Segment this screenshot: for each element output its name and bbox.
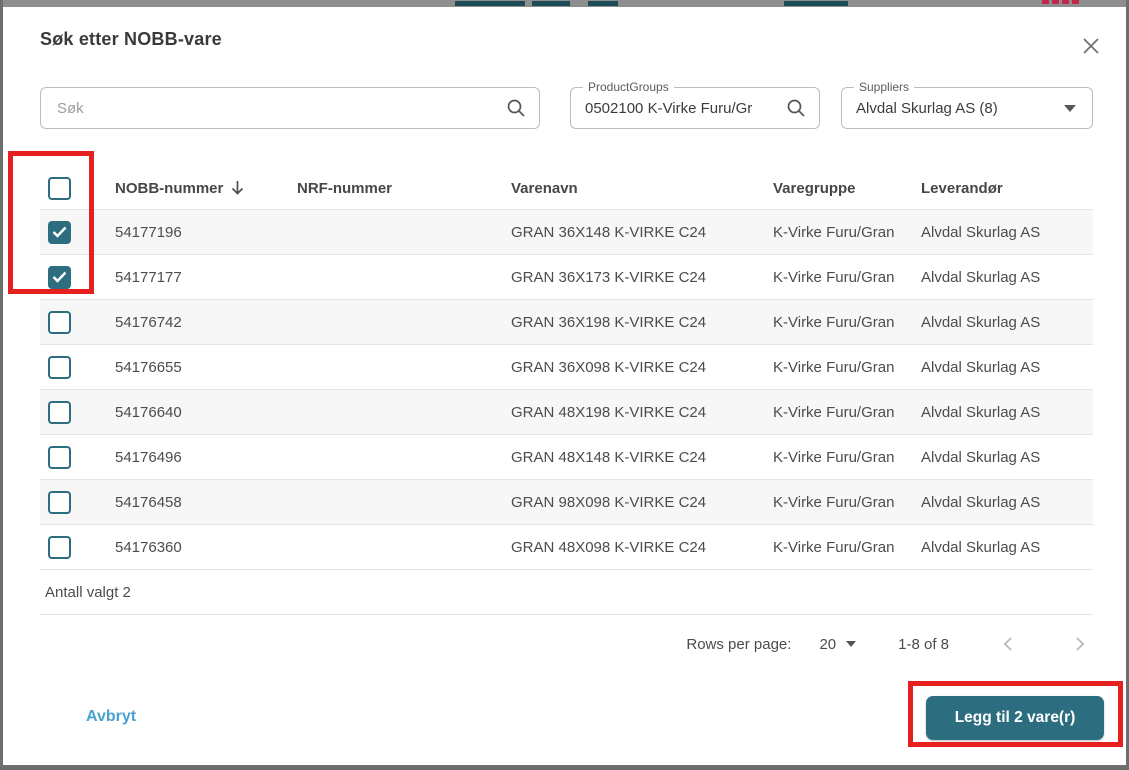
background-page-strip <box>0 0 1129 7</box>
cell-nobb: 54176640 <box>102 404 284 421</box>
cell-varegruppe: K-Virke Furu/Gran <box>760 314 908 331</box>
row-checkbox[interactable] <box>48 266 71 289</box>
product-groups-label: ProductGroups <box>583 80 674 94</box>
previous-page-icon[interactable] <box>995 631 1021 657</box>
rows-per-page-select[interactable]: 20 <box>819 636 856 653</box>
cell-varenavn: GRAN 36X148 K-VIRKE C24 <box>498 224 760 241</box>
table-row[interactable]: 54177177 GRAN 36X173 K-VIRKE C24 K-Virke… <box>40 254 1093 299</box>
nobb-search-dialog: Søk etter NOBB-vare ProductGroups 050210… <box>3 7 1126 765</box>
column-header-varenavn[interactable]: Varenavn <box>498 180 760 197</box>
column-header-label: NOBB-nummer <box>115 180 223 197</box>
cell-nobb: 54177177 <box>102 269 284 286</box>
cell-leverandor: Alvdal Skurlag AS <box>908 539 1093 556</box>
rows-per-page-label: Rows per page: <box>686 636 791 653</box>
background-red-fragment <box>1062 0 1069 4</box>
products-table: NOBB-nummer NRF-nummer Varenavn Varegrup… <box>40 167 1093 569</box>
select-all-checkbox[interactable] <box>48 177 71 200</box>
table-row[interactable]: 54176496 GRAN 48X148 K-VIRKE C24 K-Virke… <box>40 434 1093 479</box>
next-page-icon[interactable] <box>1067 631 1093 657</box>
pagination-range: 1-8 of 8 <box>898 636 949 653</box>
search-icon <box>505 97 527 119</box>
rows-per-page-value: 20 <box>819 636 836 653</box>
suppliers-value: Alvdal Skurlag AS (8) <box>842 100 1064 117</box>
cell-varegruppe: K-Virke Furu/Gran <box>760 404 908 421</box>
table-row[interactable]: 54176640 GRAN 48X198 K-VIRKE C24 K-Virke… <box>40 389 1093 434</box>
cell-varenavn: GRAN 48X148 K-VIRKE C24 <box>498 449 760 466</box>
column-header-varegruppe[interactable]: Varegruppe <box>760 180 908 197</box>
column-header-nobb[interactable]: NOBB-nummer <box>102 180 284 197</box>
cell-varegruppe: K-Virke Furu/Gran <box>760 539 908 556</box>
background-text-fragment <box>588 1 618 6</box>
cell-nobb: 54176360 <box>102 539 284 556</box>
table-body: 54177196 GRAN 36X148 K-VIRKE C24 K-Virke… <box>40 209 1093 569</box>
cell-varenavn: GRAN 36X098 K-VIRKE C24 <box>498 359 760 376</box>
table-row[interactable]: 54176655 GRAN 36X098 K-VIRKE C24 K-Virke… <box>40 344 1093 389</box>
product-groups-value: 0502100 K-Virke Furu/Gr <box>571 100 785 117</box>
cancel-button[interactable]: Avbryt <box>86 708 136 726</box>
cell-leverandor: Alvdal Skurlag AS <box>908 224 1093 241</box>
cell-varenavn: GRAN 36X173 K-VIRKE C24 <box>498 269 760 286</box>
cell-varegruppe: K-Virke Furu/Gran <box>760 359 908 376</box>
cell-varenavn: GRAN 36X198 K-VIRKE C24 <box>498 314 760 331</box>
table-row[interactable]: 54176458 GRAN 98X098 K-VIRKE C24 K-Virke… <box>40 479 1093 524</box>
cell-varenavn: GRAN 48X098 K-VIRKE C24 <box>498 539 760 556</box>
cell-leverandor: Alvdal Skurlag AS <box>908 359 1093 376</box>
chevron-down-icon <box>1064 105 1076 112</box>
background-red-fragment <box>1052 0 1059 4</box>
row-checkbox[interactable] <box>48 401 71 424</box>
column-header-leverandor[interactable]: Leverandør <box>908 180 1093 197</box>
table-row[interactable]: 54176742 GRAN 36X198 K-VIRKE C24 K-Virke… <box>40 299 1093 344</box>
row-checkbox[interactable] <box>48 536 71 559</box>
cell-varegruppe: K-Virke Furu/Gran <box>760 494 908 511</box>
cell-nobb: 54176742 <box>102 314 284 331</box>
dialog-title: Søk etter NOBB-vare <box>40 29 222 50</box>
close-icon[interactable] <box>1080 35 1102 57</box>
select-all-cell <box>40 177 102 200</box>
column-header-nrf[interactable]: NRF-nummer <box>284 180 498 197</box>
cell-nobb: 54176458 <box>102 494 284 511</box>
sort-descending-icon <box>231 180 244 196</box>
search-icon <box>785 97 807 119</box>
suppliers-select[interactable]: Suppliers Alvdal Skurlag AS (8) <box>841 87 1093 129</box>
cell-leverandor: Alvdal Skurlag AS <box>908 449 1093 466</box>
search-input[interactable] <box>41 100 505 117</box>
cell-varegruppe: K-Virke Furu/Gran <box>760 224 908 241</box>
pagination-bar: Rows per page: 20 1-8 of 8 <box>40 615 1093 673</box>
table-header-row: NOBB-nummer NRF-nummer Varenavn Varegrup… <box>40 167 1093 209</box>
cell-nobb: 54176655 <box>102 359 284 376</box>
selection-summary: Antall valgt 2 <box>40 569 1093 615</box>
row-checkbox[interactable] <box>48 356 71 379</box>
search-field[interactable] <box>40 87 540 129</box>
cell-leverandor: Alvdal Skurlag AS <box>908 404 1093 421</box>
background-red-fragment <box>1072 0 1079 4</box>
row-checkbox[interactable] <box>48 221 71 244</box>
background-red-fragment <box>1042 0 1049 4</box>
cell-nobb: 54177196 <box>102 224 284 241</box>
row-checkbox[interactable] <box>48 491 71 514</box>
cell-varegruppe: K-Virke Furu/Gran <box>760 269 908 286</box>
product-groups-field[interactable]: ProductGroups 0502100 K-Virke Furu/Gr <box>570 87 820 129</box>
background-text-fragment <box>532 1 570 6</box>
add-items-button[interactable]: Legg til 2 vare(r) <box>926 696 1104 740</box>
chevron-down-icon <box>846 641 856 647</box>
row-checkbox[interactable] <box>48 311 71 334</box>
cell-varenavn: GRAN 48X198 K-VIRKE C24 <box>498 404 760 421</box>
cell-nobb: 54176496 <box>102 449 284 466</box>
table-row[interactable]: 54176360 GRAN 48X098 K-VIRKE C24 K-Virke… <box>40 524 1093 569</box>
background-text-fragment <box>455 1 525 6</box>
cell-leverandor: Alvdal Skurlag AS <box>908 269 1093 286</box>
suppliers-label: Suppliers <box>854 80 914 94</box>
row-checkbox[interactable] <box>48 446 71 469</box>
background-text-fragment <box>784 1 848 6</box>
cell-varenavn: GRAN 98X098 K-VIRKE C24 <box>498 494 760 511</box>
table-row[interactable]: 54177196 GRAN 36X148 K-VIRKE C24 K-Virke… <box>40 209 1093 254</box>
cell-leverandor: Alvdal Skurlag AS <box>908 494 1093 511</box>
cell-leverandor: Alvdal Skurlag AS <box>908 314 1093 331</box>
cell-varegruppe: K-Virke Furu/Gran <box>760 449 908 466</box>
